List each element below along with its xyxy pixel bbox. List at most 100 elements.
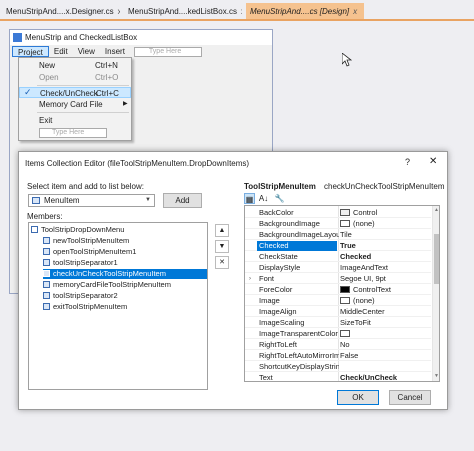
alphabetical-icon[interactable]: A↓ [258, 193, 269, 204]
move-up-button[interactable]: ▲ [215, 224, 229, 237]
property-object-name: checkUnCheckToolStripMenuItem [324, 182, 445, 191]
move-down-button[interactable]: ▼ [215, 240, 229, 253]
submenu-arrow-icon: ▶ [123, 101, 128, 107]
property-row[interactable]: BackgroundImage (none) [245, 219, 431, 229]
property-value: Control [340, 208, 377, 218]
help-icon[interactable]: ? [405, 157, 410, 167]
tree-item[interactable]: newToolStripMenuItem [43, 236, 129, 246]
property-value: True [340, 241, 356, 250]
item-type-combobox[interactable]: MenuItem ▼ [28, 194, 155, 207]
property-name: Checked [257, 241, 337, 251]
menu-item-open[interactable]: Open Ctrl+O [19, 72, 131, 83]
menu-separator [37, 112, 129, 113]
cancel-button[interactable]: Cancel [389, 390, 431, 405]
menu-edit[interactable]: Edit [48, 46, 73, 57]
members-list[interactable]: ToolStripDropDownMenu newToolStripMenuIt… [28, 222, 208, 390]
property-row[interactable]: ImageTransparentColor [245, 329, 431, 339]
tab-design-active[interactable]: MenuStripAnd....cs [Design] x [246, 3, 364, 19]
property-grid-toolbar: ▦ A↓ 🔧 [244, 193, 304, 205]
property-value-text: (none) [353, 219, 375, 228]
property-row[interactable]: DisplayStyle ImageAndText [245, 263, 431, 273]
menu-item-check-uncheck[interactable]: ✓ Check/UnCheck Ctrl+C [19, 87, 131, 98]
tree-item[interactable]: memoryCardFileToolStripMenuItem [43, 280, 171, 290]
form-title-bar: MenuStrip and CheckedListBox [10, 30, 272, 45]
property-name: ForeColor [259, 285, 293, 294]
menu-item-exit[interactable]: Exit [19, 115, 131, 126]
dropdown-type-here[interactable]: Type Here [39, 128, 107, 138]
menu-item-label: New [39, 61, 56, 70]
close-icon[interactable]: ✕ [429, 156, 437, 167]
property-name: BackgroundImageLayout [259, 230, 339, 239]
close-icon[interactable]: x [118, 7, 120, 16]
property-row[interactable]: RightToLeftAutoMirrorIma False [245, 351, 431, 361]
property-name: Text [259, 373, 273, 382]
menu-separator [37, 85, 129, 86]
close-icon[interactable]: x [353, 7, 357, 16]
tree-item-label: toolStripSeparator1 [53, 258, 118, 267]
members-label: Members: [27, 212, 63, 221]
property-name: RightToLeft [259, 340, 297, 349]
delete-button[interactable]: ✕ [215, 256, 229, 269]
tree-item[interactable]: toolStripSeparator2 [43, 291, 118, 301]
tab-label: MenuStripAnd....kedListBox.cs [128, 6, 237, 16]
property-row[interactable]: ImageAlign MiddleCenter [245, 307, 431, 317]
tab-designer-cs[interactable]: MenuStripAnd....x.Designer.cs x [2, 3, 120, 19]
menu-project[interactable]: Project [12, 46, 49, 57]
menu-insert[interactable]: Insert [99, 46, 130, 57]
property-row[interactable]: ShortcutKeyDisplayString [245, 362, 431, 372]
select-item-label: Select item and add to list below: [27, 182, 144, 191]
add-button[interactable]: Add [163, 193, 202, 208]
property-row[interactable]: ForeColor ControlText [245, 285, 431, 295]
property-value: (none) [340, 296, 375, 306]
categorized-icon[interactable]: ▦ [244, 193, 255, 204]
chevron-down-icon[interactable]: ▼ [145, 195, 151, 206]
property-row[interactable]: CheckState Checked [245, 252, 431, 262]
property-row-selected[interactable]: Checked True [245, 241, 431, 251]
tab-checkedlistbox-cs[interactable]: MenuStripAnd....kedListBox.cs x [124, 3, 242, 19]
scroll-down-icon[interactable]: ▼ [434, 373, 439, 379]
combo-value: MenuItem [44, 196, 80, 205]
menu-item-icon [43, 248, 50, 255]
scrollbar-thumb[interactable] [434, 234, 439, 284]
menu-item-shortcut: Ctrl+C [96, 89, 119, 98]
property-row[interactable]: RightToLeft No [245, 340, 431, 350]
menu-type-here[interactable]: Type Here [133, 46, 202, 57]
property-name: ImageAlign [259, 307, 297, 316]
tree-item-label: exitToolStripMenuItem [53, 302, 128, 311]
image-swatch [340, 297, 350, 304]
property-name: ShortcutKeyDisplayString [259, 362, 339, 371]
menu-item-icon [32, 197, 40, 204]
property-row[interactable]: BackgroundImageLayout Tile [245, 230, 431, 240]
tree-item-selected[interactable]: checkUnCheckToolStripMenuItem [43, 269, 207, 279]
scroll-up-icon[interactable]: ▲ [434, 207, 439, 213]
property-value: SizeToFit [340, 318, 371, 327]
property-grid[interactable]: BackColor Control BackgroundImage (none) B… [244, 205, 440, 382]
property-name: Image [259, 296, 280, 305]
menu-item-new[interactable]: New Ctrl+N [19, 60, 131, 71]
menu-view[interactable]: View [72, 46, 100, 57]
wrench-icon[interactable]: 🔧 [274, 193, 285, 204]
property-row[interactable]: Image (none) [245, 296, 431, 306]
menu-item-label: Check/UnCheck [40, 89, 98, 98]
mouse-cursor-icon [342, 53, 352, 67]
property-row[interactable]: Text Check/UnCheck [245, 373, 431, 382]
expand-icon[interactable]: › [249, 274, 251, 284]
property-grid-scrollbar[interactable]: ▲ ▼ [432, 206, 439, 381]
property-value: ControlText [340, 285, 391, 295]
tree-item-label: checkUnCheckToolStripMenuItem [53, 269, 166, 278]
tree-item-root[interactable]: ToolStripDropDownMenu [31, 225, 124, 235]
property-value: ImageAndText [340, 263, 388, 272]
property-row[interactable]: BackColor Control [245, 208, 431, 218]
separator-icon [43, 259, 50, 266]
property-row[interactable]: ImageScaling SizeToFit [245, 318, 431, 328]
menu-item-icon [43, 270, 50, 277]
tree-item[interactable]: exitToolStripMenuItem [43, 302, 127, 312]
ok-button[interactable]: OK [337, 390, 379, 405]
tree-item[interactable]: openToolStripMenuItem1 [43, 247, 136, 257]
property-row[interactable]: › Font Segoe UI, 9pt [245, 274, 431, 284]
close-icon[interactable]: x [241, 7, 242, 16]
property-name: RightToLeftAutoMirrorIma [259, 351, 339, 360]
menu-item-memory-card-file[interactable]: Memory Card File ▶ [19, 99, 131, 110]
dropdown-icon [31, 226, 38, 233]
tree-item[interactable]: toolStripSeparator1 [43, 258, 118, 268]
